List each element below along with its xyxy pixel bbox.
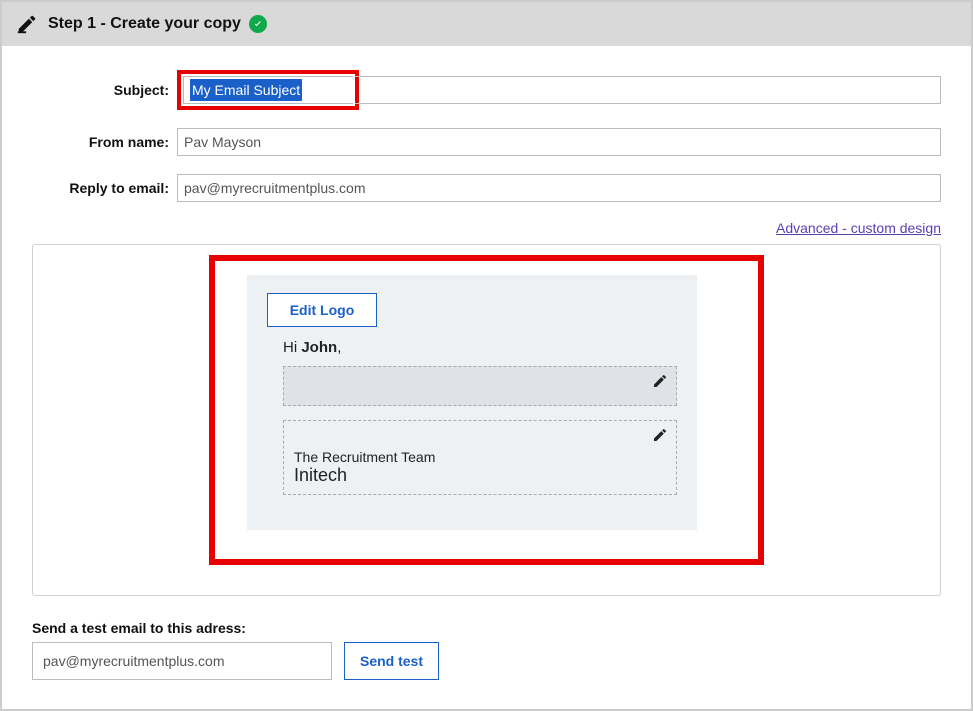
email-canvas: Edit Logo Hi John, The Recruitment T <box>247 275 697 530</box>
advanced-custom-design-link[interactable]: Advanced - custom design <box>776 220 941 236</box>
subject-value: My Email Subject <box>190 79 302 101</box>
from-name-label: From name: <box>32 134 177 150</box>
email-greeting: Hi John, <box>283 339 677 356</box>
page-frame: Step 1 - Create your copy Subject: My Em… <box>0 0 973 711</box>
subject-input-ext[interactable] <box>355 76 941 104</box>
edit-icon[interactable] <box>652 427 668 443</box>
greeting-name: John <box>301 339 337 356</box>
edit-icon[interactable] <box>652 373 668 389</box>
reply-to-row: Reply to email: <box>32 174 941 202</box>
step-title: Step 1 - Create your copy <box>48 15 241 33</box>
email-body-block[interactable] <box>283 366 677 406</box>
send-test-label: Send a test email to this adress: <box>32 620 941 636</box>
subject-input[interactable]: My Email Subject <box>183 76 353 104</box>
email-signature-block[interactable]: The Recruitment Team Initech <box>283 420 677 495</box>
pencil-icon <box>16 13 38 35</box>
step-header: Step 1 - Create your copy <box>2 2 971 46</box>
step-complete-badge <box>249 15 267 33</box>
test-email-input[interactable] <box>32 642 332 680</box>
email-preview-card: Edit Logo Hi John, The Recruitment T <box>32 244 941 596</box>
signature-line-2: Initech <box>294 465 666 486</box>
reply-to-label: Reply to email: <box>32 180 177 196</box>
subject-row: Subject: My Email Subject <box>32 70 941 110</box>
subject-highlight: My Email Subject <box>177 70 359 110</box>
subject-label: Subject: <box>32 82 177 98</box>
from-name-row: From name: <box>32 128 941 156</box>
greeting-prefix: Hi <box>283 339 301 356</box>
send-test-section: Send a test email to this adress: Send t… <box>32 620 941 680</box>
reply-to-input[interactable] <box>177 174 941 202</box>
from-name-input[interactable] <box>177 128 941 156</box>
signature-line-1: The Recruitment Team <box>294 449 666 465</box>
send-test-button[interactable]: Send test <box>344 642 439 680</box>
edit-logo-button[interactable]: Edit Logo <box>267 293 377 327</box>
preview-highlight: Edit Logo Hi John, The Recruitment T <box>209 255 764 565</box>
